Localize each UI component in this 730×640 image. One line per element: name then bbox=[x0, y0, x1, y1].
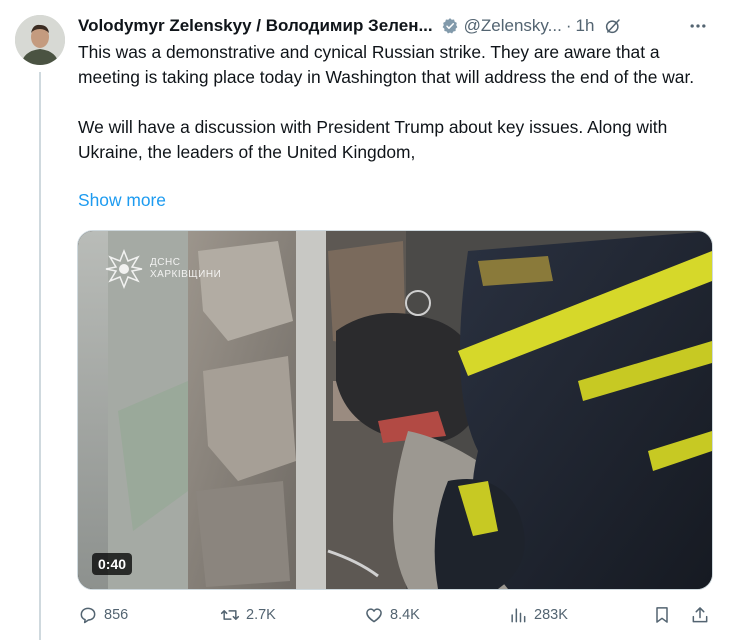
emblem-icon bbox=[105, 249, 143, 289]
views-count: 283K bbox=[534, 607, 568, 623]
show-more-link[interactable]: Show more bbox=[78, 190, 166, 211]
like-icon bbox=[366, 608, 382, 623]
share-icon[interactable] bbox=[690, 605, 710, 625]
reply-button[interactable]: 856 bbox=[78, 602, 128, 628]
repost-count: 2.7K bbox=[246, 607, 276, 623]
post-time[interactable]: 1h bbox=[576, 16, 595, 36]
action-bar: 856 2.7K 8.4K 283K bbox=[78, 602, 718, 628]
post-paragraph: We will have a discussion with President… bbox=[78, 117, 668, 162]
video-player[interactable]: ДСНС ХАРКІВЩИНИ 0:40 bbox=[77, 230, 713, 590]
thread-line bbox=[39, 72, 41, 640]
repost-button[interactable]: 2.7K bbox=[220, 602, 276, 628]
avatar[interactable] bbox=[15, 15, 65, 65]
views-button[interactable]: 283K bbox=[508, 602, 568, 628]
grok-icon[interactable] bbox=[604, 17, 622, 35]
like-button[interactable]: 8.4K bbox=[364, 602, 420, 628]
bookmark-icon[interactable] bbox=[652, 605, 672, 625]
watermark-line: ДСНС bbox=[150, 257, 181, 268]
like-count: 8.4K bbox=[390, 607, 420, 623]
separator-dot: · bbox=[565, 16, 572, 35]
author-name[interactable]: Volodymyr Zelenskyy / Володимир Зелен... bbox=[78, 16, 433, 36]
more-icon[interactable] bbox=[684, 14, 712, 38]
reply-icon bbox=[80, 607, 96, 624]
author-handle[interactable]: @Zelensky... bbox=[464, 16, 562, 36]
video-duration: 0:40 bbox=[92, 553, 133, 575]
watermark: ДСНС ХАРКІВЩИНИ bbox=[104, 249, 221, 289]
post-header: Volodymyr Zelenskyy / Володимир Зелен...… bbox=[78, 14, 718, 38]
repost-icon bbox=[220, 610, 240, 620]
post-text: This was a demonstrative and cynical Rus… bbox=[78, 40, 718, 165]
watermark-line: ХАРКІВЩИНИ bbox=[150, 269, 222, 280]
post-paragraph: This was a demonstrative and cynical Rus… bbox=[78, 42, 695, 87]
verified-badge-icon bbox=[442, 18, 457, 34]
reply-count: 856 bbox=[104, 607, 129, 623]
views-icon bbox=[511, 608, 526, 623]
